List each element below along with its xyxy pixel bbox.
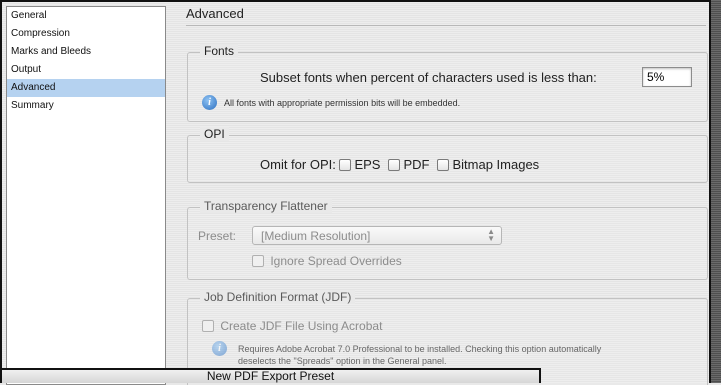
preset-value: [Medium Resolution] (261, 229, 371, 243)
eps-checkbox[interactable]: EPS (339, 157, 388, 172)
ignore-spread-overrides-checkbox[interactable] (252, 255, 264, 267)
dialog-title: New PDF Export Preset (206, 369, 335, 383)
subset-fonts-label: Subset fonts when percent of characters … (260, 70, 597, 85)
background-window-edge (711, 0, 721, 383)
omit-for-opi-row: Omit for OPI: EPS PDF Bitmap Images (260, 157, 547, 172)
sidebar-item-general[interactable]: General (7, 7, 165, 25)
panel-title: Advanced (186, 6, 244, 21)
create-jdf-checkbox[interactable] (202, 320, 214, 332)
subset-percent-field[interactable] (642, 67, 692, 87)
opi-legend: OPI (200, 127, 229, 141)
jdf-legend: Job Definition Format (JDF) (200, 290, 356, 304)
fonts-legend: Fonts (200, 44, 239, 58)
checkbox-box[interactable] (388, 159, 401, 171)
pdf-checkbox[interactable]: PDF (388, 157, 437, 172)
info-icon: i (212, 341, 227, 356)
preset-label: Preset: (198, 229, 237, 243)
jdf-note: Requires Adobe Acrobat 7.0 Professional … (238, 343, 601, 367)
transparency-flattener-group: Transparency Flattener Preset: [Medium R… (187, 199, 708, 280)
jdf-note-line-1: Requires Adobe Acrobat 7.0 Professional … (238, 344, 602, 354)
bitmap-images-checkbox[interactable]: Bitmap Images (437, 157, 547, 172)
sidebar-item-compression[interactable]: Compression (7, 25, 165, 43)
omit-for-opi-label: Omit for OPI: (260, 157, 336, 172)
checkbox-box[interactable] (437, 159, 450, 171)
ignore-spread-overrides-row[interactable]: Ignore Spread Overrides (252, 254, 410, 268)
ignore-spread-overrides-label[interactable]: Ignore Spread Overrides (270, 254, 401, 268)
sidebar-item-marks-and-bleeds[interactable]: Marks and Bleeds (7, 43, 165, 61)
title-divider (186, 25, 706, 26)
create-jdf-row[interactable]: Create JDF File Using Acrobat (202, 319, 390, 333)
opi-group: OPI Omit for OPI: EPS PDF Bitmap Images (187, 127, 708, 183)
sidebar-item-summary[interactable]: Summary (7, 97, 165, 115)
preset-select[interactable]: [Medium Resolution] ▲ ▼ (252, 226, 502, 245)
stepper-arrows-icon: ▲ ▼ (487, 227, 495, 243)
fonts-group: Fonts Subset fonts when percent of chara… (187, 44, 708, 122)
sidebar-item-advanced[interactable]: Advanced (7, 79, 165, 97)
sidebar: General Compression Marks and Bleeds Out… (6, 6, 166, 385)
jdf-note-line-2: deselects the "Spreads" option in the Ge… (238, 356, 447, 366)
transparency-legend: Transparency Flattener (200, 199, 332, 213)
pdf-label[interactable]: PDF (403, 157, 429, 172)
sidebar-item-output[interactable]: Output (7, 61, 165, 79)
checkbox-box[interactable] (339, 159, 352, 171)
fonts-note: All fonts with appropriate permission bi… (224, 98, 461, 108)
create-jdf-label[interactable]: Create JDF File Using Acrobat (220, 319, 382, 333)
eps-label[interactable]: EPS (354, 157, 380, 172)
dialog-window: General Compression Marks and Bleeds Out… (0, 0, 711, 385)
info-icon: i (202, 95, 217, 110)
bitmap-images-label[interactable]: Bitmap Images (452, 157, 539, 172)
